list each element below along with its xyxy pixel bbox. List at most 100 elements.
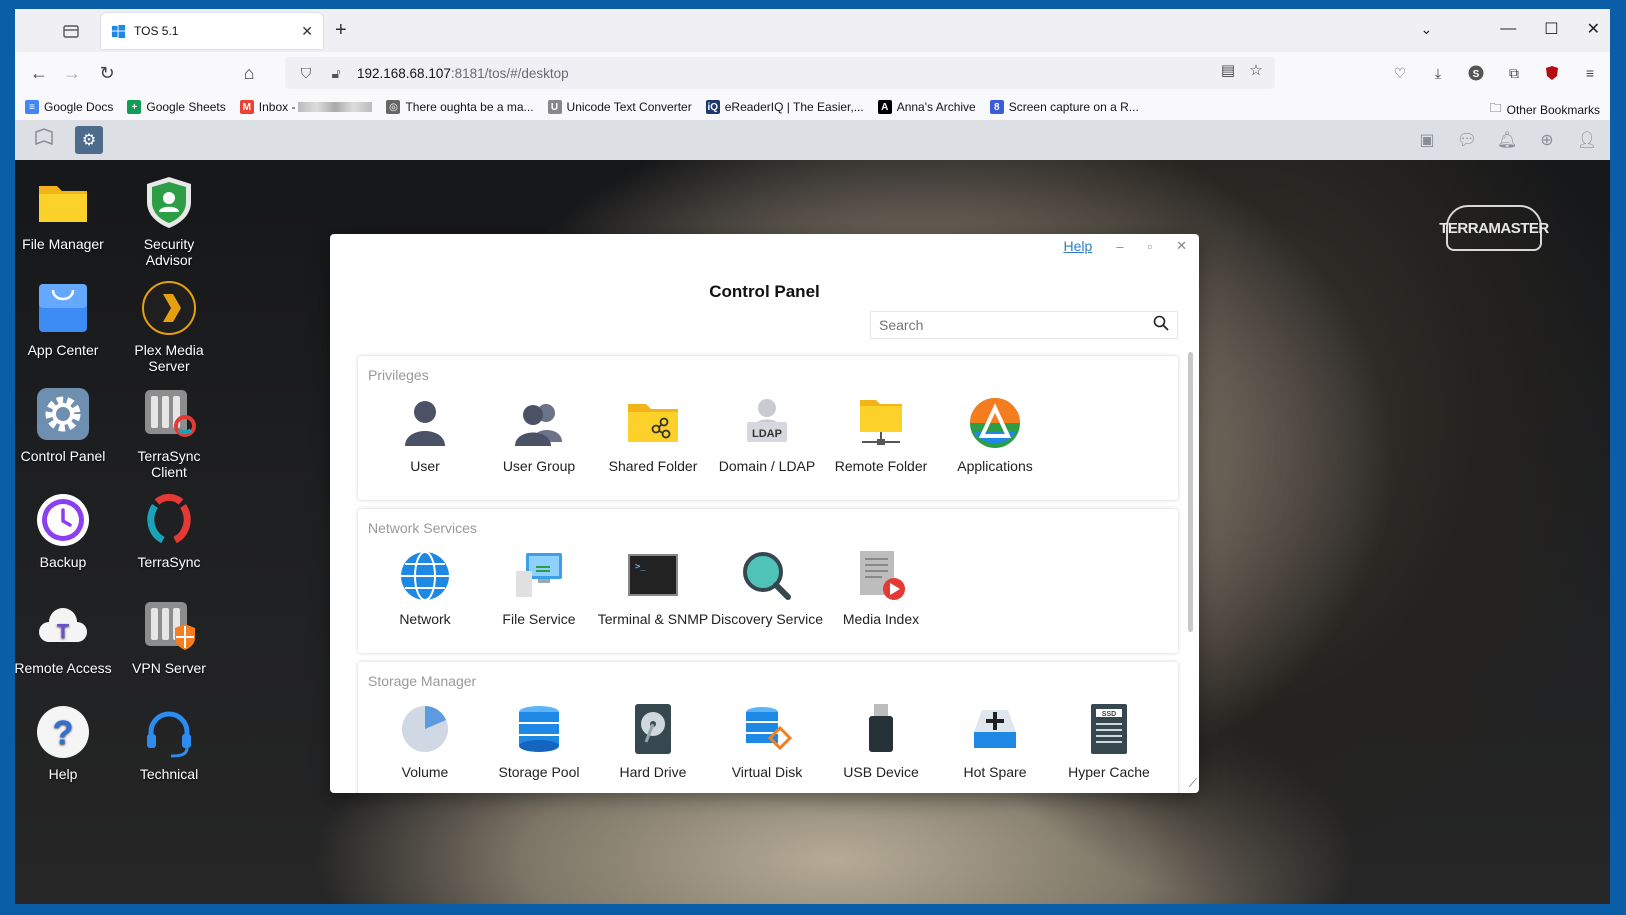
desktop-icon-help[interactable]: ? Help [15, 704, 113, 782]
messages-icon[interactable]: 💬︎ [1456, 129, 1478, 151]
desktop-icon-control-panel[interactable]: Control Panel [15, 386, 113, 464]
tab-bar: TOS 5.1 ✕ + ⌄ — ☐ ✕ [15, 9, 1610, 52]
pocket-icon[interactable]: ♡ [1390, 63, 1410, 83]
desktop: TERRAMASTER File Manager Security Advisor… [15, 160, 1610, 904]
user-menu-icon[interactable]: 👤︎ [1576, 129, 1598, 151]
reader-view-icon[interactable]: ▤ [1219, 61, 1237, 79]
clock-icon [35, 492, 91, 548]
svg-text:>_: >_ [635, 562, 646, 572]
cp-item-label: Domain / LDAP [718, 458, 816, 474]
desktop-icon-technical[interactable]: Technical [119, 704, 219, 782]
file-service-icon [512, 549, 566, 603]
insecure-lock-icon[interactable]: 🔓︎ [327, 64, 345, 82]
search-input[interactable] [879, 317, 1153, 333]
bookmark-label: Inbox - [258, 100, 296, 114]
window-maximize-icon[interactable]: ▫ [1147, 239, 1152, 254]
account-icon[interactable]: S [1466, 63, 1486, 83]
control-panel-window: Help – ▫ ✕ Control Panel Privileges User U… [330, 234, 1199, 793]
desktop-icon-plex-media-server[interactable]: Plex Media Server [119, 280, 219, 374]
notifications-icon[interactable]: 🔔︎ [1496, 129, 1518, 151]
cp-item-usb-device[interactable]: USB Device [824, 702, 938, 781]
maximize-icon[interactable]: ☐ [1544, 19, 1558, 39]
resource-monitor-icon[interactable]: ▣ [1416, 129, 1438, 151]
desktop-icon-terrasync-client[interactable]: TerraSync Client [119, 386, 219, 480]
url-host: 192.168.68.107 [357, 65, 451, 81]
magnifier-icon [740, 549, 794, 603]
tracking-shield-icon[interactable]: ⛉ [297, 64, 315, 82]
forward-icon[interactable]: → [62, 63, 82, 83]
window-close-icon[interactable]: ✕ [1587, 19, 1600, 39]
desktop-icon-vpn-server[interactable]: VPN Server [119, 598, 219, 676]
other-bookmarks-label: Other Bookmarks [1506, 102, 1600, 117]
bookmark-item[interactable]: ◎ There oughta be a ma... [386, 100, 534, 114]
cp-item-network[interactable]: Network [368, 549, 482, 628]
back-icon[interactable]: ← [29, 63, 49, 83]
window-minimize-icon[interactable]: – [1116, 239, 1123, 254]
desktop-icon-backup[interactable]: Backup [15, 492, 113, 570]
bookmark-item[interactable]: + Google Sheets [127, 100, 226, 114]
downloads-icon[interactable]: ⤓ [1428, 63, 1448, 83]
section-title: Storage Manager [368, 673, 477, 689]
folder-icon [35, 174, 91, 230]
tab-tos[interactable]: TOS 5.1 ✕ [101, 13, 323, 49]
new-tab-button[interactable]: + [335, 19, 347, 42]
extensions-icon[interactable]: ⧉ [1504, 63, 1524, 83]
search-icon[interactable] [1153, 315, 1169, 336]
cp-item-storage-pool[interactable]: Storage Pool [482, 702, 596, 781]
nav-bar: ← → ↻ ⌂ ⛉ 🔓︎ 192.168.68.107:8181/tos/#/d… [15, 52, 1610, 94]
desktop-icon-label: Backup [39, 554, 87, 570]
control-panel-task-icon[interactable]: ⚙ [75, 126, 103, 154]
cp-item-shared-folder[interactable]: Shared Folder [596, 396, 710, 475]
tab-close-icon[interactable]: ✕ [301, 23, 313, 40]
scrollbar[interactable] [1188, 352, 1193, 632]
cp-item-label: File Service [502, 611, 576, 627]
menu-icon[interactable]: ≡ [1580, 63, 1600, 83]
cp-item-label: Hard Drive [619, 764, 687, 780]
cp-item-terminal-snmp[interactable]: >_ Terminal & SNMP [596, 549, 710, 628]
cp-item-remote-folder[interactable]: Remote Folder [824, 396, 938, 475]
help-link[interactable]: Help [1063, 238, 1092, 254]
bookmark-item[interactable]: M Inbox - [239, 100, 373, 114]
reload-icon[interactable]: ↻ [97, 63, 117, 83]
tab-list-icon[interactable] [61, 21, 81, 41]
cp-item-media-index[interactable]: Media Index [824, 549, 938, 628]
bookmark-favicon-icon: U [547, 100, 562, 114]
desktop-icon-remote-access[interactable]: T Remote Access [15, 598, 113, 676]
url-bar[interactable]: ⛉ 🔓︎ 192.168.68.107:8181/tos/#/desktop ▤… [285, 57, 1275, 89]
cp-item-label: Network [399, 611, 451, 627]
desktop-icon-terrasync[interactable]: TerraSync [119, 492, 219, 570]
desktop-icon-app-center[interactable]: App Center [15, 280, 113, 358]
show-desktop-icon[interactable] [33, 126, 55, 148]
minimize-icon[interactable]: — [1500, 20, 1516, 38]
bookmark-item[interactable]: A Anna's Archive [877, 100, 976, 114]
desktop-icon-file-manager[interactable]: File Manager [15, 174, 113, 252]
language-icon[interactable]: ⊕ [1536, 129, 1558, 151]
cp-item-hyper-cache[interactable]: SSD Hyper Cache [1052, 702, 1166, 781]
window-close-icon[interactable]: ✕ [1176, 238, 1187, 254]
cp-item-hot-spare[interactable]: Hot Spare [938, 702, 1052, 781]
other-bookmarks[interactable]: 🗀︎ Other Bookmarks [1490, 99, 1600, 120]
cp-item-discovery-service[interactable]: Discovery Service [710, 549, 824, 628]
cp-item-hard-drive[interactable]: Hard Drive [596, 702, 710, 781]
tab-overflow-icon[interactable]: ⌄ [1421, 21, 1433, 38]
bookmark-star-icon[interactable]: ☆ [1247, 61, 1265, 79]
bookmark-item[interactable]: ≡ Google Docs [25, 100, 113, 114]
bookmark-label: Anna's Archive [896, 100, 976, 114]
home-icon[interactable]: ⌂ [239, 63, 259, 83]
bookmark-item[interactable]: U Unicode Text Converter [547, 100, 692, 114]
cp-item-volume[interactable]: Volume [368, 702, 482, 781]
cp-item-user-group[interactable]: User Group [482, 396, 596, 475]
resize-handle[interactable]: ⟋ [1189, 776, 1197, 791]
desktop-icon-security-advisor[interactable]: Security Advisor [119, 174, 219, 268]
bookmark-item[interactable]: iQ eReaderIQ | The Easier,... [705, 100, 864, 114]
shopping-bag-icon [35, 280, 91, 336]
cp-item-domain-ldap[interactable]: LDAP Domain / LDAP [710, 396, 824, 475]
cp-item-user[interactable]: User [368, 396, 482, 475]
vpn-icon [141, 598, 197, 654]
cp-item-file-service[interactable]: File Service [482, 549, 596, 628]
cp-item-virtual-disk[interactable]: Virtual Disk [710, 702, 824, 781]
bookmark-item[interactable]: 8 Screen capture on a R... [989, 100, 1139, 114]
cp-item-applications[interactable]: Applications [938, 396, 1052, 475]
ublock-icon[interactable] [1542, 63, 1562, 83]
applications-icon [968, 396, 1022, 450]
